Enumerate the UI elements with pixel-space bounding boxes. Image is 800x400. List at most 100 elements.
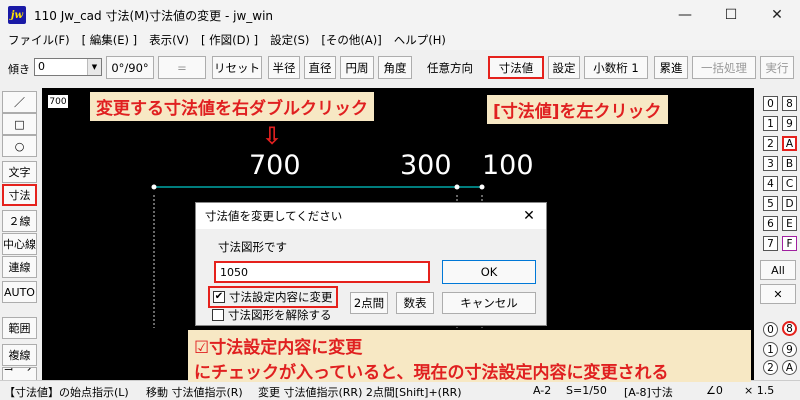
status-layer[interactable]: [A-8]寸法 bbox=[624, 384, 673, 400]
menu-edit[interactable]: [ 編集(E) ] bbox=[78, 32, 146, 48]
app-icon: jw bbox=[8, 6, 26, 24]
settings-button[interactable]: 設定 bbox=[548, 56, 580, 79]
layer-group-circle-0[interactable]: 0 bbox=[763, 322, 778, 337]
change-to-settings-checkbox[interactable]: ✔ 寸法設定内容に変更 bbox=[208, 286, 338, 308]
layer-9[interactable]: 9 bbox=[782, 116, 797, 131]
connect-line-tool-button[interactable]: 連線 bbox=[2, 256, 37, 278]
release-dimension-label: 寸法図形を解除する bbox=[228, 308, 332, 322]
dimension-value-input[interactable]: 1050 bbox=[214, 261, 430, 283]
layer-group-4[interactable]: 4 bbox=[763, 176, 778, 191]
checkbox-checked-icon: ✔ bbox=[213, 291, 225, 303]
double-line-tool-button[interactable]: ２線 bbox=[2, 210, 37, 232]
layer-d[interactable]: D bbox=[782, 196, 797, 211]
layer-clear-button[interactable]: ✕ bbox=[760, 284, 796, 304]
ok-button[interactable]: OK bbox=[442, 260, 536, 284]
angle-0-90-button[interactable]: 0°/90° bbox=[106, 56, 154, 79]
menu-settings[interactable]: 設定(S) bbox=[266, 32, 317, 48]
layer-group-0[interactable]: 0 bbox=[763, 96, 778, 111]
layer-group-1[interactable]: 1 bbox=[763, 116, 778, 131]
dimension-tool-button[interactable]: 寸法 bbox=[2, 184, 37, 206]
layer-e[interactable]: E bbox=[782, 216, 797, 231]
text-tool-button[interactable]: 文字 bbox=[2, 161, 37, 183]
menu-view[interactable]: 表示(V) bbox=[145, 32, 197, 48]
chevron-down-icon: ▼ bbox=[87, 59, 101, 75]
radius-button[interactable]: 半径 bbox=[268, 56, 300, 79]
range-tool-button[interactable]: 範囲 bbox=[2, 317, 37, 339]
annotation-line-1: ☑寸法設定内容に変更 bbox=[194, 338, 363, 358]
any-direction-button[interactable]: 任意方向 bbox=[418, 56, 482, 79]
layer-group-7[interactable]: 7 bbox=[763, 236, 778, 251]
layer-f[interactable]: F bbox=[782, 236, 797, 251]
status-sheet[interactable]: A-2 bbox=[533, 384, 551, 397]
tilt-value: 0 bbox=[38, 60, 45, 73]
two-point-button[interactable]: 2点間 bbox=[350, 292, 388, 314]
layer-a[interactable]: A bbox=[782, 136, 797, 151]
tilt-label: 傾き bbox=[8, 63, 30, 76]
window-title: 110 Jw_cad 寸法(M)寸法値の変更 - jw_win bbox=[34, 8, 274, 23]
all-layers-button[interactable]: All bbox=[760, 260, 796, 280]
dialog-label: 寸法図形です bbox=[218, 240, 287, 254]
diameter-button[interactable]: 直径 bbox=[304, 56, 336, 79]
dimension-value-button[interactable]: 寸法値 bbox=[488, 56, 544, 79]
minimize-button[interactable]: — bbox=[662, 0, 708, 30]
status-hint: 【寸法値】の始点指示(L) bbox=[4, 386, 129, 399]
maximize-button[interactable]: ☐ bbox=[708, 0, 754, 30]
toolbar: 傾き 0 ▼ 0°/90° = リセット 半径 直径 円周 角度 任意方向 寸法… bbox=[0, 52, 800, 82]
rectangle-tool-button[interactable]: □ bbox=[2, 113, 37, 135]
status-zoom[interactable]: × 1.5 bbox=[744, 384, 774, 397]
menu-other[interactable]: [その他(A)] bbox=[317, 32, 389, 48]
table-button[interactable]: 数表 bbox=[396, 292, 434, 314]
layer-circle-9[interactable]: 9 bbox=[782, 342, 797, 357]
circumference-button[interactable]: 円周 bbox=[340, 56, 374, 79]
annotation-checkbox-explanation: ☑寸法設定内容に変更 にチェックが入っていると、現在の寸法設定内容に変更される bbox=[188, 330, 751, 383]
dimension-point-2 bbox=[454, 184, 460, 190]
tilt-select[interactable]: 0 ▼ bbox=[34, 58, 102, 76]
layer-group-circle-1[interactable]: 1 bbox=[763, 342, 778, 357]
dimension-point-1 bbox=[151, 184, 157, 190]
corner-tool-button[interactable]: コーナー bbox=[2, 367, 37, 381]
change-dimension-dialog: 寸法値を変更してください ✕ 寸法図形です 1050 OK ✔ 寸法設定内容に変… bbox=[195, 202, 547, 326]
layer-b[interactable]: B bbox=[782, 156, 797, 171]
layer-circle-8[interactable]: 8 bbox=[782, 321, 797, 336]
auto-tool-button[interactable]: AUTO bbox=[2, 281, 37, 303]
left-tool-panel: ／ □ ○ 文字 寸法 ２線 中心線 連線 AUTO 範囲 複線 コーナー bbox=[0, 88, 40, 381]
layer-group-6[interactable]: 6 bbox=[763, 216, 778, 231]
layer-c[interactable]: C bbox=[782, 176, 797, 191]
cancel-button[interactable]: キャンセル bbox=[442, 292, 536, 314]
menu-draw[interactable]: [ 作図(D) ] bbox=[197, 32, 266, 48]
menu-file[interactable]: ファイル(F) bbox=[4, 32, 78, 48]
layer-group-2[interactable]: 2 bbox=[763, 136, 778, 151]
window-controls: — ☐ ✕ bbox=[662, 0, 800, 30]
change-to-settings-label: 寸法設定内容に変更 bbox=[229, 290, 333, 304]
layer-8[interactable]: 8 bbox=[782, 96, 797, 111]
layer-group-5[interactable]: 5 bbox=[763, 196, 778, 211]
close-button[interactable]: ✕ bbox=[754, 0, 800, 30]
status-change: 変更 寸法値指示(RR) 2点間[Shift]+(RR) bbox=[258, 386, 462, 399]
title-bar: jw 110 Jw_cad 寸法(M)寸法値の変更 - jw_win — ☐ ✕ bbox=[0, 0, 800, 30]
status-bar: 【寸法値】の始点指示(L) 移動 寸法値指示(R) 変更 寸法値指示(RR) 2… bbox=[0, 380, 800, 400]
status-angle[interactable]: ∠0 bbox=[706, 384, 723, 397]
batch-process-button[interactable]: 一括処理 bbox=[692, 56, 756, 79]
reset-button[interactable]: リセット bbox=[212, 56, 262, 79]
center-line-tool-button[interactable]: 中心線 bbox=[2, 233, 37, 255]
dialog-close-icon[interactable]: ✕ bbox=[518, 205, 540, 227]
line-tool-button[interactable]: ／ bbox=[2, 91, 37, 113]
layer-group-3[interactable]: 3 bbox=[763, 156, 778, 171]
angle-button[interactable]: 角度 bbox=[378, 56, 412, 79]
circle-tool-button[interactable]: ○ bbox=[2, 135, 37, 157]
status-move: 移動 寸法値指示(R) bbox=[146, 386, 243, 399]
cumulative-button[interactable]: 累進 bbox=[654, 56, 688, 79]
layer-circle-a[interactable]: A bbox=[782, 360, 797, 375]
equal-button[interactable]: = bbox=[158, 56, 206, 79]
parallel-line-tool-button[interactable]: 複線 bbox=[2, 344, 37, 366]
checkbox-unchecked-icon bbox=[212, 309, 224, 321]
dialog-title: 寸法値を変更してください bbox=[205, 209, 343, 223]
menu-help[interactable]: ヘルプ(H) bbox=[390, 32, 454, 48]
execute-button[interactable]: 実行 bbox=[760, 56, 794, 79]
status-scale[interactable]: S=1/50 bbox=[566, 384, 607, 397]
layer-group-circle-2[interactable]: 2 bbox=[763, 360, 778, 375]
decimal-places-button[interactable]: 小数桁 1 bbox=[584, 56, 648, 79]
release-dimension-checkbox[interactable]: 寸法図形を解除する bbox=[212, 307, 332, 323]
layer-panel: 0 8 1 9 2 A 3 B 4 C 5 D 6 E 7 F All ✕ 0 … bbox=[756, 88, 800, 378]
menu-bar: ファイル(F) [ 編集(E) ] 表示(V) [ 作図(D) ] 設定(S) … bbox=[0, 30, 800, 50]
